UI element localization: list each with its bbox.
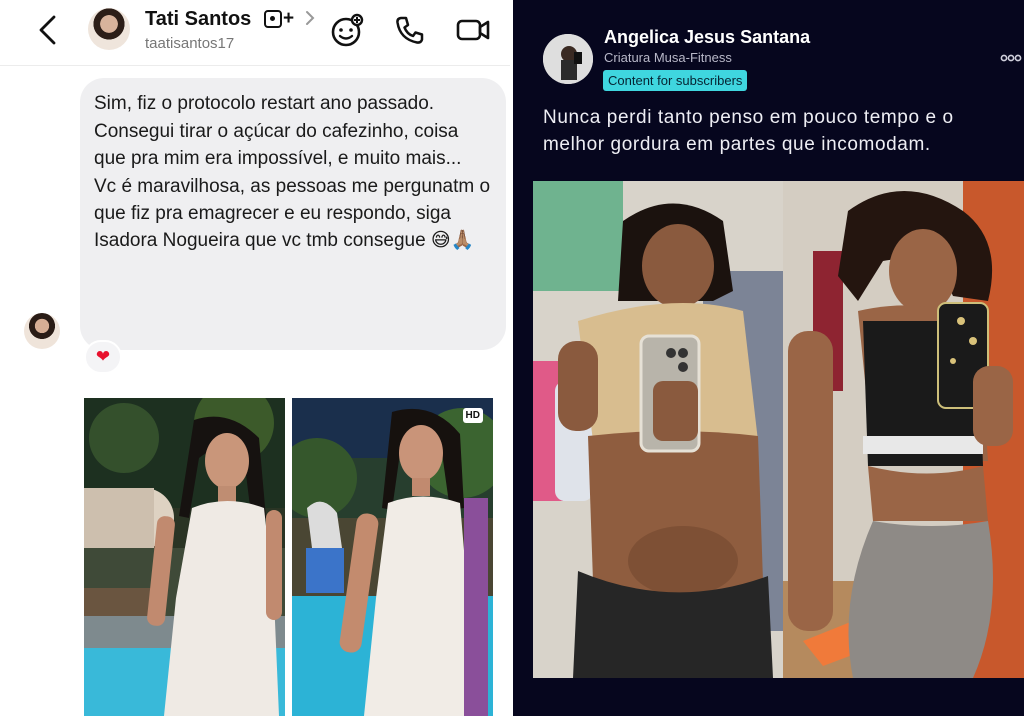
message-paragraph-1: Sim, fiz o protocolo restart ano passado… [94, 93, 435, 114]
close-friends-badge: + [264, 8, 294, 30]
video-call-icon[interactable] [455, 12, 491, 48]
message-bubble[interactable]: Sim, fiz o protocolo restart ano passado… [80, 78, 506, 350]
contact-handle: taatisantos17 [145, 35, 235, 52]
fitness-post: Angelica Jesus Santana Criatura Musa-Fit… [513, 0, 1024, 716]
subscribers-badge: Content for subscribers [603, 70, 748, 91]
hd-badge: HD [462, 408, 483, 423]
author-avatar-image [543, 34, 593, 84]
sender-avatar[interactable] [24, 313, 60, 349]
photo-1-illustration [84, 398, 285, 716]
author-name[interactable]: Angelica Jesus Santana [604, 27, 810, 48]
contact-name[interactable]: Tati Santos [145, 8, 251, 31]
badge-square-icon [264, 10, 282, 28]
chat-header: Tati Santos + taatisantos17 [0, 0, 510, 66]
chevron-left-icon[interactable] [34, 14, 62, 46]
author-avatar[interactable] [543, 34, 593, 84]
chevron-right-icon[interactable] [305, 10, 315, 26]
post-text: Nunca perdi tanto penso em pouco tempo e… [543, 107, 954, 155]
contact-avatar[interactable] [88, 8, 130, 50]
photo-2-illustration [292, 398, 493, 716]
message-paragraph-3: Vc é maravilhosa, as pessoas me pergunat… [94, 176, 491, 251]
before-after-image[interactable] [533, 181, 1024, 678]
author-subtitle: Criatura Musa-Fitness [604, 50, 732, 65]
shared-photo-1[interactable] [84, 398, 285, 716]
sticker-icon[interactable] [328, 12, 364, 48]
more-options-icon[interactable] [1000, 52, 1022, 64]
shared-photo-2[interactable]: HD [292, 398, 493, 716]
chat-screenshot: Tati Santos + taatisantos17 Sim, fiz o p… [0, 0, 510, 716]
badge-plus-text: + [283, 8, 295, 29]
before-after-illustration [533, 181, 1024, 678]
heart-reaction-icon[interactable]: ❤ [84, 340, 122, 374]
message-paragraph-2: Consegui tirar o açúcar do cafezinho, co… [94, 121, 462, 169]
phone-icon[interactable] [392, 12, 428, 48]
